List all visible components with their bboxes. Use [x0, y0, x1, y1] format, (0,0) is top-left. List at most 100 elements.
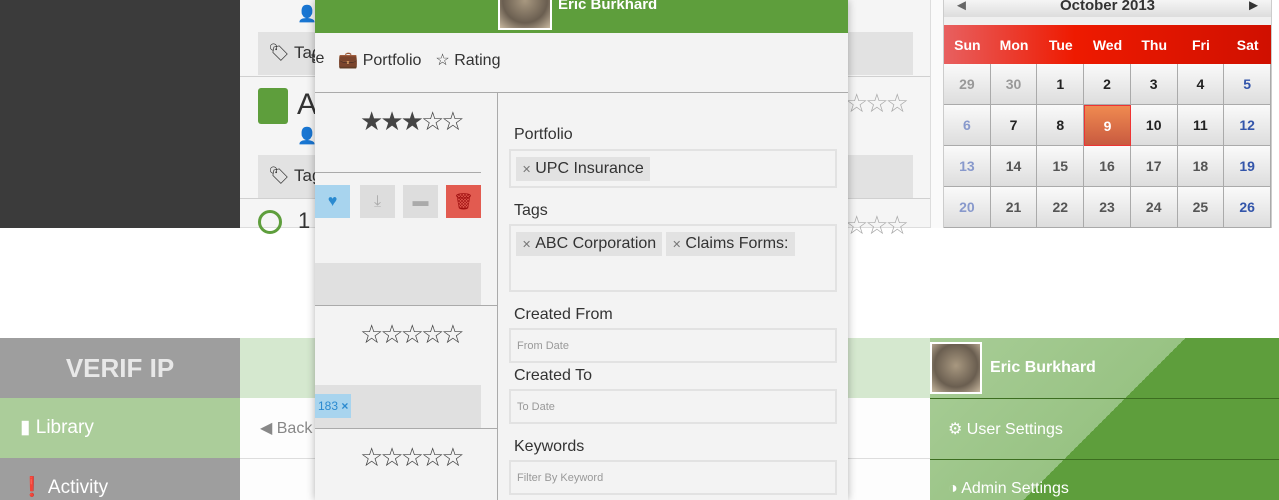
star-empty-icon[interactable]: ☆ — [441, 106, 464, 136]
remove-tag-icon[interactable]: × — [341, 399, 348, 413]
download-icon: ⤓ — [373, 192, 382, 210]
next-month-button[interactable]: ► — [1246, 0, 1261, 14]
trash-icon: 🗑 — [453, 193, 474, 211]
star-empty-icon[interactable]: ☆ — [360, 442, 383, 472]
calendar-day[interactable]: 24 — [1130, 187, 1178, 228]
star-empty-icon[interactable]: ☆ — [421, 319, 444, 349]
sidebar-item-library[interactable]: ▮ Library — [0, 398, 240, 458]
calendar-day[interactable]: 30 — [990, 64, 1038, 105]
from-date-input[interactable]: From Date — [509, 328, 837, 363]
star-empty-icon[interactable]: ☆ — [441, 319, 464, 349]
portfolio-input[interactable]: ✕ UPC Insurance — [509, 149, 837, 188]
prev-month-button[interactable]: ◄ — [954, 0, 969, 14]
star-filled-icon[interactable]: ★ — [360, 106, 383, 136]
keywords-label: Keywords — [514, 438, 585, 455]
star-filled-icon[interactable]: ★ — [380, 106, 403, 136]
tab-date[interactable]: te — [311, 50, 324, 70]
dark-panel — [0, 0, 240, 228]
user-menu: Eric Burkhard ⚙ User Settings ◑ Admin Se… — [930, 338, 1279, 500]
tag-bar — [315, 263, 481, 305]
calendar-day[interactable]: 1 — [1037, 64, 1085, 105]
calendar-day[interactable]: 8 — [1037, 105, 1085, 146]
tab-rating[interactable]: ☆ Rating — [435, 50, 500, 70]
calendar-day[interactable]: 15 — [1037, 146, 1085, 187]
star-empty-icon[interactable]: ☆ — [360, 319, 383, 349]
divider — [315, 305, 497, 306]
star-empty-icon[interactable]: ☆ — [401, 319, 424, 349]
delete-button[interactable]: 🗑 — [446, 185, 481, 218]
star-empty-icon[interactable]: ☆ — [380, 319, 403, 349]
calendar-day[interactable]: 9 — [1084, 105, 1131, 146]
calendar-day[interactable]: 17 — [1130, 146, 1178, 187]
calendar-day[interactable]: 18 — [1177, 146, 1225, 187]
document-title[interactable]: A — [297, 88, 317, 122]
calendar-day[interactable]: 21 — [990, 187, 1038, 228]
avatar — [930, 342, 982, 394]
briefcase-icon: 💼 — [338, 52, 359, 69]
calendar-day[interactable]: 22 — [1037, 187, 1085, 228]
download-button[interactable]: ⤓ — [360, 185, 395, 218]
calendar-day[interactable]: 11 — [1177, 105, 1225, 146]
scroll-strip — [930, 0, 943, 228]
tags-input[interactable]: ✕ ABC Corporation ✕ Claims Forms: — [509, 224, 837, 292]
calendar-day[interactable]: 12 — [1224, 105, 1271, 146]
document-title[interactable]: 1 — [298, 208, 310, 234]
remove-icon[interactable]: ✕ — [672, 239, 681, 251]
calendar-day[interactable]: 25 — [1177, 187, 1225, 228]
remove-icon[interactable]: ✕ — [522, 164, 531, 176]
rating-stars[interactable]: ☆☆☆☆☆ — [360, 319, 465, 350]
rating-stars[interactable]: ★★★☆☆ — [360, 106, 465, 137]
calendar-day[interactable]: 10 — [1130, 105, 1178, 146]
user-settings-item[interactable]: ⚙ User Settings — [930, 399, 1279, 460]
weekday-wed: Wed — [1092, 36, 1123, 53]
calendar-day[interactable]: 6 — [944, 105, 991, 146]
sidebar-item-activity[interactable]: ❗ Activity — [0, 458, 240, 500]
folder-button[interactable]: ▬ — [403, 185, 438, 218]
calendar-day[interactable]: 23 — [1084, 187, 1131, 228]
back-link[interactable]: ◀ Back — [260, 418, 312, 438]
rating-stars[interactable]: ☆☆☆ — [845, 210, 909, 241]
calendar-day[interactable]: 19 — [1224, 146, 1271, 187]
remove-icon[interactable]: ✕ — [522, 239, 531, 251]
admin-settings-item[interactable]: ◑ Admin Settings — [930, 460, 1279, 500]
avatar — [498, 0, 552, 30]
created-to-label: Created To — [514, 367, 592, 384]
star-empty-icon[interactable]: ☆ — [421, 106, 444, 136]
tag-icon: 🏷 — [268, 43, 290, 62]
star-empty-icon[interactable]: ☆ — [441, 442, 464, 472]
favorite-button[interactable]: ♥ — [315, 185, 350, 218]
calendar-day[interactable]: 5 — [1224, 64, 1271, 105]
heart-icon: ♥ — [327, 192, 338, 210]
star-filled-icon[interactable]: ★ — [401, 106, 424, 136]
calendar-day[interactable]: 4 — [1177, 64, 1225, 105]
user-menu-header[interactable]: Eric Burkhard — [930, 338, 1279, 399]
tab-portfolio[interactable]: 💼 Portfolio — [338, 50, 421, 70]
calendar-day[interactable]: 26 — [1224, 187, 1271, 228]
star-empty-icon[interactable]: ☆ — [401, 442, 424, 472]
tag-chip[interactable]: ✕ Claims Forms: — [666, 232, 795, 256]
created-from-label: Created From — [514, 306, 613, 323]
rating-stars[interactable]: ☆☆☆ — [845, 88, 909, 119]
divider — [315, 92, 848, 93]
document-icon — [258, 88, 288, 124]
calendar-day[interactable]: 14 — [990, 146, 1038, 187]
to-date-input[interactable]: To Date — [509, 389, 837, 424]
keyword-input[interactable]: Filter By Keyword — [509, 460, 837, 495]
user-icon: 👤 — [297, 128, 317, 145]
star-empty-icon[interactable]: ☆ — [421, 442, 444, 472]
calendar-day[interactable]: 3 — [1130, 64, 1178, 105]
star-empty-icon[interactable]: ☆ — [380, 442, 403, 472]
calendar-day[interactable]: 13 — [944, 146, 991, 187]
calendar-day[interactable]: 7 — [990, 105, 1038, 146]
calendar-day[interactable]: 2 — [1084, 64, 1131, 105]
calendar-day[interactable]: 16 — [1084, 146, 1131, 187]
rating-stars[interactable]: ☆☆☆☆☆ — [360, 442, 465, 473]
logo[interactable]: VERIF IP — [0, 338, 240, 398]
tag-chip[interactable]: ✕ ABC Corporation — [516, 232, 663, 256]
weekday-thu: Thu — [1141, 36, 1168, 53]
portfolio-chip[interactable]: ✕ UPC Insurance — [516, 157, 650, 181]
calendar-grid: 29 30 1 2 3 4 5 6 7 8 9 10 11 12 13 14 15 16 17 18 19 20 21 22 2… — [944, 64, 1271, 228]
tag-chip[interactable]: 183 × — [315, 394, 352, 418]
calendar-day[interactable]: 20 — [944, 187, 991, 228]
calendar-day[interactable]: 29 — [944, 64, 991, 105]
